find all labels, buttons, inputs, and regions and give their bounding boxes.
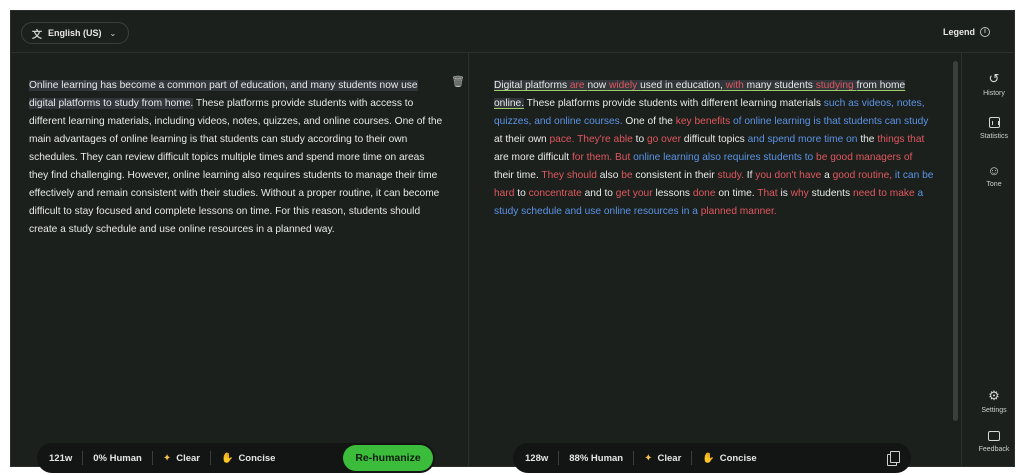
output-segment: done (690, 188, 719, 199)
output-segment: it can be (894, 170, 934, 181)
concise-button[interactable]: ✋ Concise (211, 453, 285, 464)
sidebar-item-feedback[interactable]: Feedback (962, 431, 1024, 453)
output-segment: be (618, 170, 636, 181)
output-segment: to (517, 188, 526, 199)
output-segment: good routine, (829, 170, 895, 181)
sparkle-icon: ✦ (162, 452, 172, 464)
output-segment: their time. (494, 170, 539, 181)
pinch-hand-icon: ✋ (220, 452, 234, 464)
output-segment: key benefits (672, 116, 733, 127)
output-segment: get your (612, 188, 656, 199)
output-segment: These platforms provide students with di… (524, 98, 821, 109)
scrollbar[interactable] (953, 61, 958, 421)
language-label: English (US) (48, 28, 102, 38)
output-segment: planned manner. (697, 206, 777, 217)
output-segment: is (780, 188, 788, 199)
trash-icon[interactable]: 🗑 (451, 75, 465, 88)
output-segment: concentrate (525, 188, 585, 199)
output-segment: also (599, 170, 619, 181)
copy-icon[interactable] (887, 451, 900, 466)
output-segment: are more difficult (494, 152, 570, 163)
history-icon: ↺ (988, 71, 1000, 86)
output-segment: are (567, 80, 588, 91)
output-segment: consistent in their (635, 170, 715, 181)
output-segment: online learning also requires students t… (633, 152, 814, 163)
language-selector[interactable]: 文 English (US) ⌄ (21, 22, 130, 44)
output-segment: and spend more time on (744, 134, 858, 145)
sparkle-icon: ✦ (644, 452, 653, 464)
chevron-down-icon: ⌄ (109, 28, 117, 38)
output-pane: Digital platforms are now widely used in… (470, 53, 953, 473)
output-text[interactable]: Digital platforms are now widely used in… (494, 77, 934, 221)
output-segment: difficult topics (683, 134, 745, 145)
top-bar: 文 English (US) ⌄ Legend i (11, 11, 1014, 53)
output-segment: you don't have (752, 170, 825, 181)
output-segment: many students (746, 80, 813, 91)
output-segment: One of the (622, 116, 673, 127)
word-count: 128w (525, 452, 549, 464)
output-segment: things that (874, 134, 925, 145)
output-segment: pace. They're able (546, 134, 636, 145)
output-segment: on time. (718, 188, 755, 199)
output-segment: used in education, (640, 80, 723, 91)
output-segment: hard (494, 188, 518, 199)
output-segment: students (811, 188, 851, 199)
input-pane[interactable]: Online learning has become a common part… (11, 53, 469, 473)
output-segment: study. (714, 170, 744, 181)
output-segment: Digital platforms (494, 80, 568, 91)
gear-icon: ⚙ (988, 388, 1000, 403)
sidebar-item-statistics[interactable]: Statistics (962, 117, 1024, 140)
sidebar: ↺ History Statistics ☺ Tone ⚙ Settings F… (961, 53, 1014, 466)
humanizer-app: 文 English (US) ⌄ Legend i Online learnin… (10, 10, 1015, 473)
output-segment: That (754, 188, 781, 199)
statistics-icon (988, 117, 1000, 128)
legend-label: Legend (942, 27, 975, 37)
output-segment: be good managers of (813, 152, 913, 163)
feedback-icon (988, 431, 1000, 441)
output-segment: why (787, 188, 812, 199)
human-score: 0% Human (93, 452, 142, 464)
output-segment: for them. But (569, 152, 634, 163)
output-segment: of online learning is that students can … (733, 116, 929, 127)
legend-button[interactable]: Legend i (943, 27, 990, 37)
output-segment: studying (812, 80, 857, 91)
clear-button[interactable]: ✦ Clear (153, 453, 210, 464)
output-segment: need to make (850, 188, 918, 199)
input-text[interactable]: Online learning has become a common part… (29, 77, 444, 239)
pinch-hand-icon: ✋ (702, 452, 715, 464)
output-segment: They should (538, 170, 600, 181)
translate-icon: 文 (32, 29, 42, 41)
rehumanize-button[interactable]: Re-humanize (343, 445, 433, 471)
output-segment: and to (584, 188, 613, 199)
smiley-icon: ☺ (987, 163, 1001, 178)
input-toolbar: 121w 0% Human ✦ Clear ✋ Concise Re-humaniz… (37, 443, 435, 473)
clear-button[interactable]: ✦ Clear (634, 453, 691, 464)
output-segment: widely (606, 80, 641, 91)
input-text-rest: These platforms provide students with ac… (29, 98, 443, 235)
output-segment: lessons (655, 188, 690, 199)
output-toolbar: 128w 88% Human ✦ Clear ✋ Concise (513, 443, 911, 473)
concise-button[interactable]: ✋ Concise (692, 453, 766, 464)
output-segment: to (635, 134, 645, 145)
info-icon: i (980, 27, 990, 37)
output-segment: the (857, 134, 875, 145)
word-count: 121w (49, 452, 73, 464)
human-score: 88% Human (569, 452, 624, 464)
output-segment: now (587, 80, 607, 91)
sidebar-item-settings[interactable]: ⚙ Settings (962, 388, 1024, 414)
sidebar-item-history[interactable]: ↺ History (962, 71, 1024, 97)
output-segment: with (722, 80, 747, 91)
output-segment: go over (644, 134, 684, 145)
output-segment: at their own (494, 134, 547, 145)
sidebar-item-tone[interactable]: ☺ Tone (962, 163, 1024, 188)
